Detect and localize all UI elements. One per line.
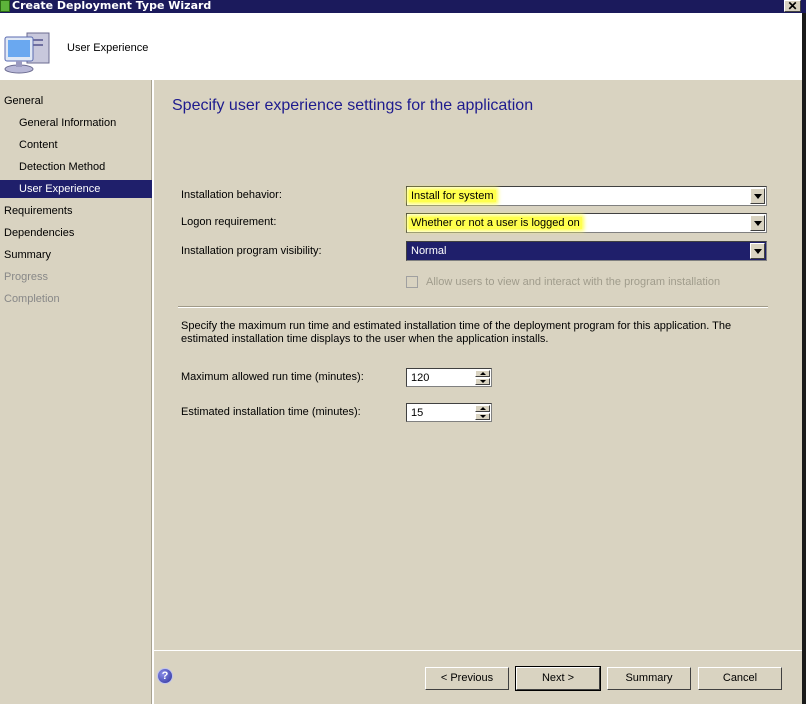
chevron-down-icon[interactable] xyxy=(750,215,765,231)
section-divider xyxy=(178,306,768,308)
chevron-down-icon[interactable] xyxy=(750,188,765,204)
logon-requirement-value: Whether or not a user is logged on xyxy=(409,217,582,229)
program-visibility-label: Installation program visibility: xyxy=(181,245,322,257)
computer-icon xyxy=(4,32,50,74)
previous-button[interactable]: < Previous xyxy=(425,667,509,690)
run-time-description: Specify the maximum run time and estimat… xyxy=(181,320,732,345)
logon-requirement-select[interactable]: Whether or not a user is logged on xyxy=(406,213,767,233)
spin-down-icon[interactable] xyxy=(475,378,490,385)
est-install-time-stepper[interactable]: 15 xyxy=(406,403,492,422)
est-install-time-value[interactable]: 15 xyxy=(411,407,423,419)
allow-interact-checkbox xyxy=(406,276,418,288)
page-title: Specify user experience settings for the… xyxy=(172,97,534,114)
sidebar-item-content[interactable]: Content xyxy=(0,136,152,154)
footer-divider xyxy=(154,650,802,651)
spin-up-icon[interactable] xyxy=(475,370,490,377)
allow-interact-label: Allow users to view and interact with th… xyxy=(426,276,721,288)
spin-up-icon[interactable] xyxy=(475,405,490,412)
sidebar-item-user-experience[interactable]: User Experience xyxy=(0,180,152,198)
spin-down-icon[interactable] xyxy=(475,413,490,420)
window-title: Create Deployment Type Wizard xyxy=(12,0,212,12)
wizard-app-icon xyxy=(0,0,10,12)
sidebar-item-summary[interactable]: Summary xyxy=(0,246,152,264)
est-install-time-label: Estimated installation time (minutes): xyxy=(181,406,361,418)
wizard-header: User Experience xyxy=(0,13,802,80)
installation-behavior-select[interactable]: Install for system xyxy=(406,186,767,206)
sidebar-item-completion: Completion xyxy=(4,293,60,305)
window-edge xyxy=(802,13,806,704)
max-run-time-label: Maximum allowed run time (minutes): xyxy=(181,371,364,383)
max-run-time-stepper[interactable]: 120 xyxy=(406,368,492,387)
sidebar-item-dependencies[interactable]: Dependencies xyxy=(0,224,152,242)
help-icon[interactable]: ? xyxy=(157,668,173,684)
close-button[interactable]: ✕ xyxy=(784,0,801,12)
cancel-button[interactable]: Cancel xyxy=(698,667,782,690)
wizard-content: Specify user experience settings for the… xyxy=(154,80,802,650)
sidebar-item-general-information[interactable]: General Information xyxy=(0,114,152,132)
installation-behavior-label: Installation behavior: xyxy=(181,189,282,201)
summary-button[interactable]: Summary xyxy=(607,667,691,690)
sidebar-item-progress: Progress xyxy=(4,271,49,283)
max-run-time-value[interactable]: 120 xyxy=(411,372,429,384)
installation-behavior-value: Install for system xyxy=(409,190,496,202)
chevron-down-icon[interactable] xyxy=(750,243,765,259)
header-title: User Experience xyxy=(67,42,149,54)
logon-requirement-label: Logon requirement: xyxy=(181,216,277,228)
sidebar-item-requirements[interactable]: Requirements xyxy=(0,202,152,220)
title-bar[interactable]: Create Deployment Type Wizard ✕ xyxy=(0,0,806,13)
sidebar-item-detection-method[interactable]: Detection Method xyxy=(0,158,152,176)
wizard-steps-sidebar: General General Information Content Dete… xyxy=(0,80,152,704)
next-button[interactable]: Next > xyxy=(515,666,601,691)
sidebar-item-general[interactable]: General xyxy=(0,92,152,110)
program-visibility-select[interactable]: Normal xyxy=(406,241,767,261)
program-visibility-value: Normal xyxy=(411,245,447,257)
